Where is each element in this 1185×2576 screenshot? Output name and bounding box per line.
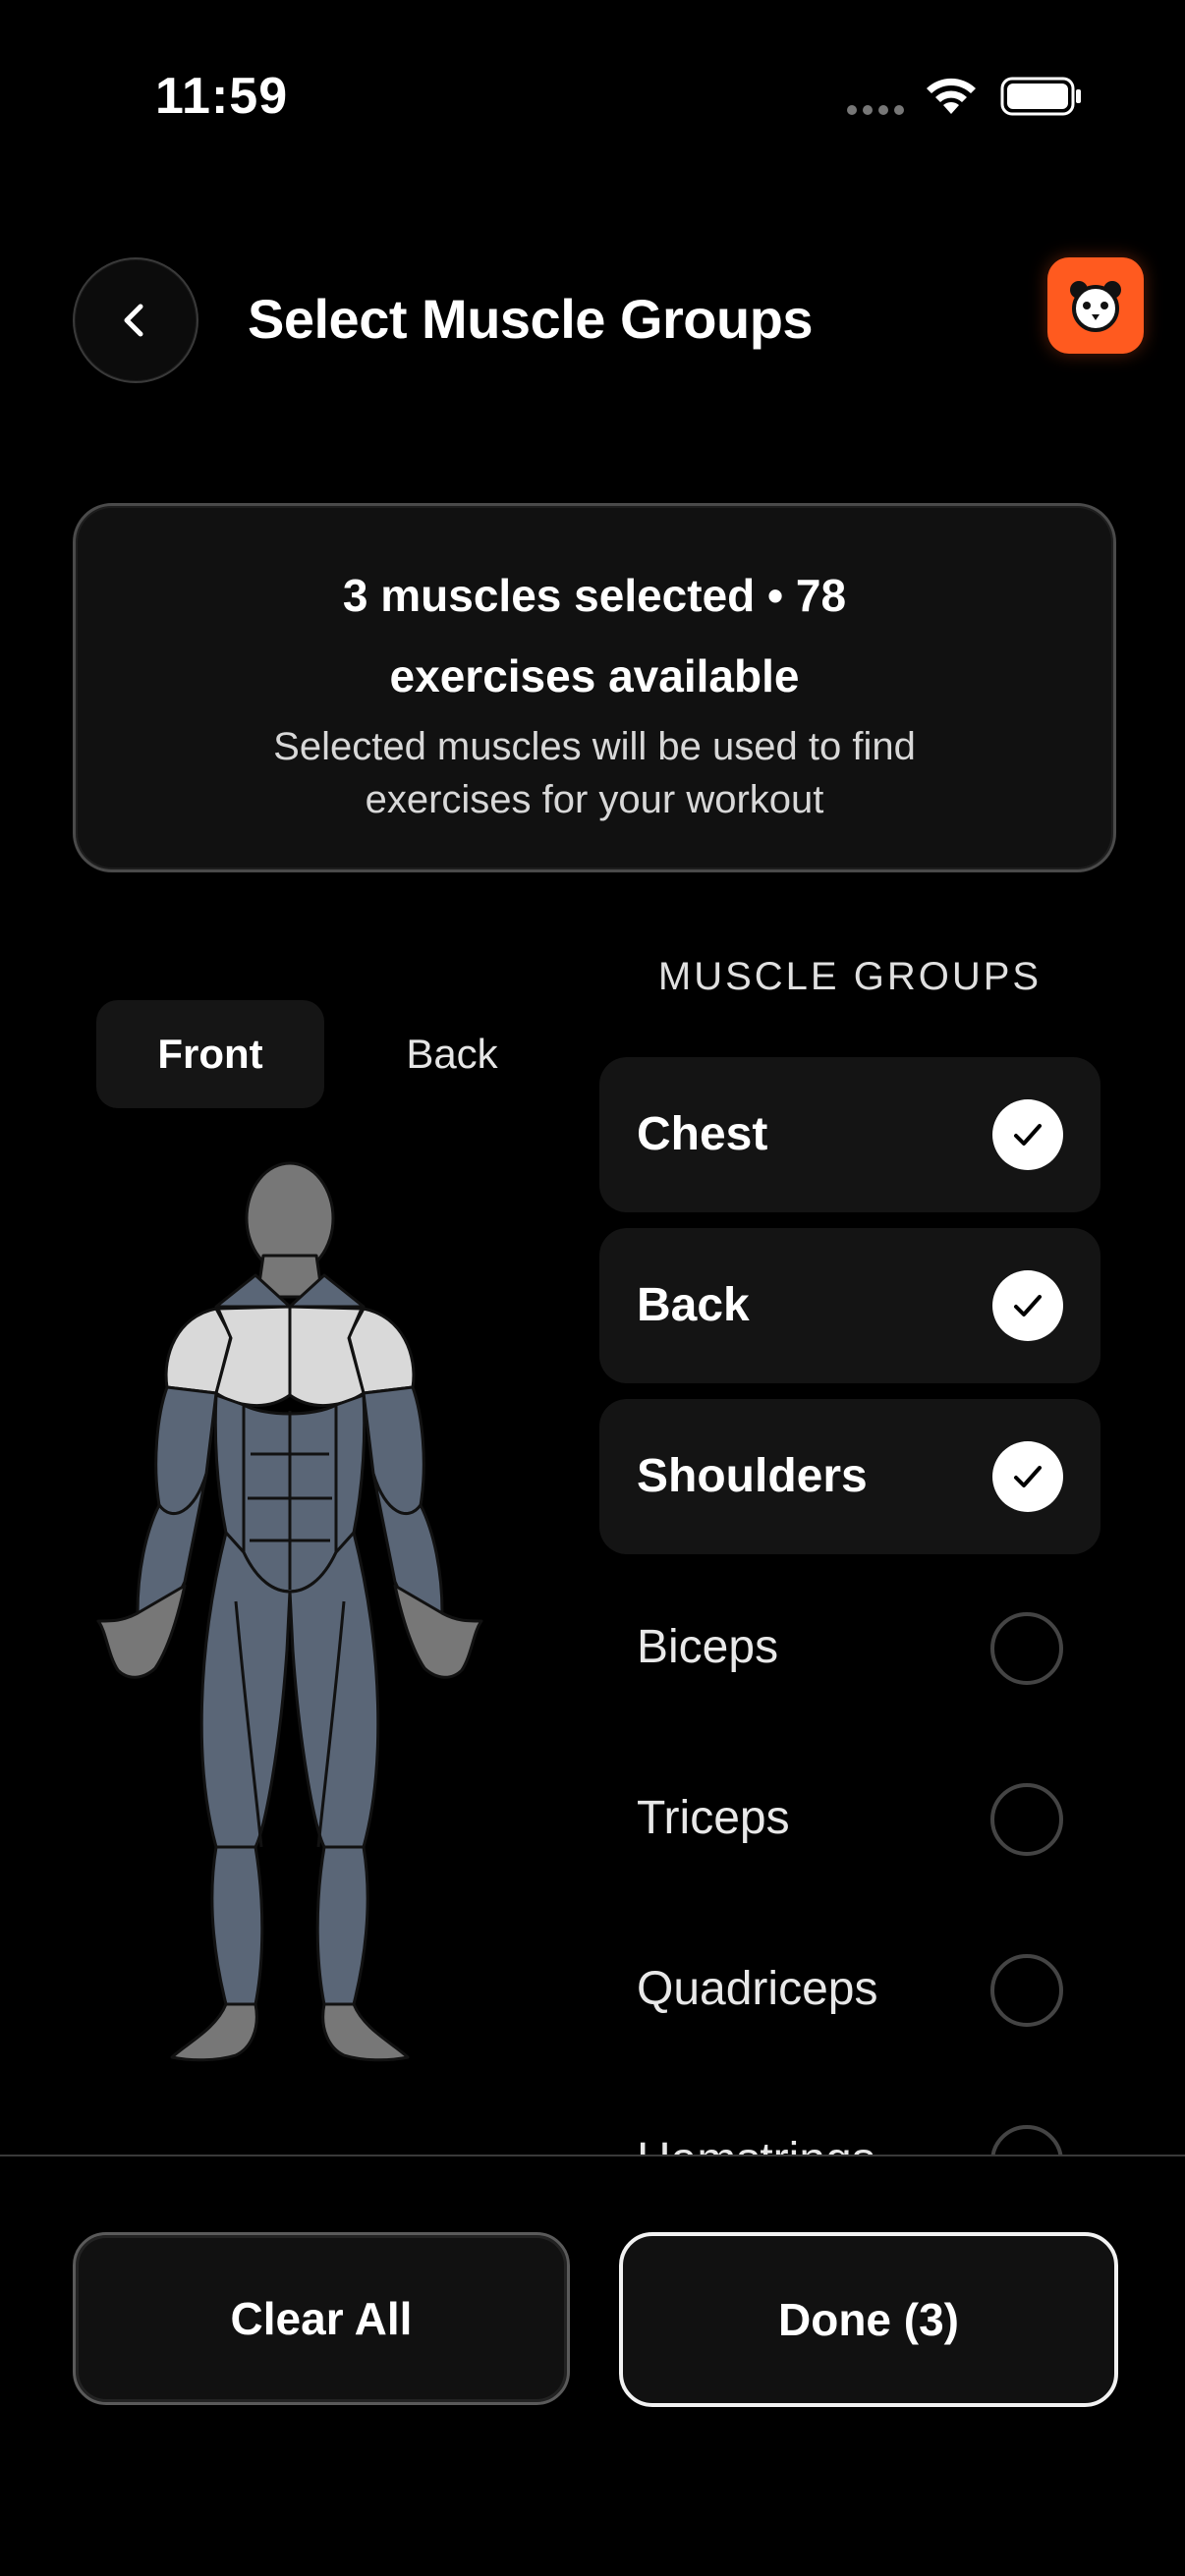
foot-left	[170, 2002, 258, 2062]
clear-all-button[interactable]: Clear All	[73, 2232, 570, 2405]
muscle-item-label: Biceps	[637, 1621, 779, 1673]
unchecked-circle-icon	[990, 1783, 1063, 1856]
summary-count-text: 3 muscles selected • 78	[342, 570, 847, 621]
status-time: 11:59	[155, 68, 289, 125]
app-logo-icon[interactable]	[1047, 257, 1144, 354]
muscle-item-hamstrings[interactable]: Hamstrings	[599, 2083, 1100, 2156]
muscle-item-biceps[interactable]: Biceps	[599, 1570, 1100, 1725]
muscle-bicep-left	[154, 1385, 218, 1516]
body-muscle-map[interactable]	[69, 1159, 521, 2073]
muscle-group-list[interactable]: Chest Back Shoulders Biceps Triceps Quad…	[599, 1057, 1110, 2156]
muscle-groups-heading: MUSCLE GROUPS	[657, 955, 1043, 998]
muscle-item-triceps[interactable]: Triceps	[599, 1741, 1100, 1896]
done-button[interactable]: Done (3)	[619, 2232, 1118, 2407]
muscle-item-chest[interactable]: Chest	[599, 1057, 1100, 1212]
foot-right	[321, 2002, 410, 2062]
muscle-item-label: Shoulders	[637, 1450, 868, 1502]
muscle-calf-left	[210, 1845, 264, 2006]
tab-back[interactable]: Back	[364, 1000, 540, 1108]
unchecked-circle-icon	[990, 1954, 1063, 2027]
muscle-chest-left	[214, 1305, 292, 1408]
muscle-item-shoulders[interactable]: Shoulders	[599, 1399, 1100, 1554]
checkmark-icon	[992, 1441, 1063, 1512]
checkmark-icon	[992, 1099, 1063, 1170]
summary-subtitle: Selected muscles will be used to find ex…	[273, 725, 916, 821]
selection-summary-card: 3 muscles selected • 78 exercises availa…	[73, 503, 1116, 872]
page-title: Select Muscle Groups	[248, 288, 814, 350]
cellular-signal-icon	[847, 102, 910, 120]
muscle-calf-right	[315, 1845, 369, 2006]
battery-icon	[1000, 77, 1081, 116]
checkmark-icon	[992, 1270, 1063, 1341]
footer-divider	[0, 2155, 1185, 2156]
chevron-left-icon	[124, 304, 143, 337]
muscle-item-label: Chest	[637, 1108, 768, 1160]
unchecked-circle-icon	[990, 1612, 1063, 1685]
muscle-oblique-left	[213, 1393, 246, 1554]
muscle-oblique-right	[334, 1393, 367, 1554]
wifi-icon	[927, 78, 976, 114]
muscle-item-label: Triceps	[637, 1792, 790, 1844]
back-button[interactable]	[73, 257, 198, 383]
muscle-bicep-right	[362, 1385, 425, 1516]
panda-icon	[1070, 281, 1121, 332]
unchecked-circle-icon	[990, 2125, 1063, 2156]
muscle-item-back[interactable]: Back	[599, 1228, 1100, 1383]
muscle-item-label: Hamstrings	[637, 2083, 875, 2156]
muscle-item-label: Quadriceps	[637, 1963, 878, 2015]
tab-front[interactable]: Front	[96, 1000, 324, 1108]
muscle-item-label: Back	[637, 1279, 750, 1331]
muscle-item-quadriceps[interactable]: Quadriceps	[599, 1912, 1100, 2067]
muscle-chest-right	[288, 1305, 366, 1408]
summary-exercises-text: exercises available	[389, 650, 800, 701]
